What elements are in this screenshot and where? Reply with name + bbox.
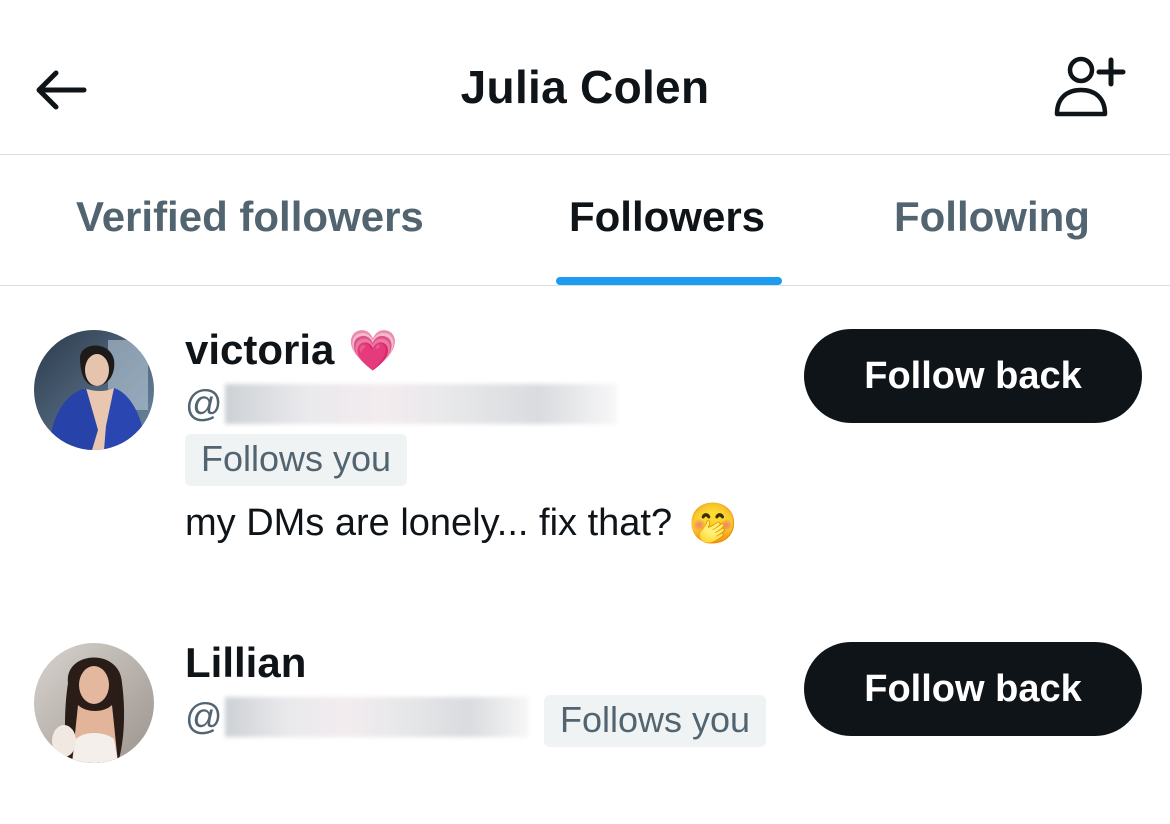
user-handle: @: [185, 383, 617, 425]
active-tab-indicator: [556, 277, 782, 285]
page-title: Julia Colen: [460, 61, 710, 113]
bio-text: my DMs are lonely... fix that?: [185, 502, 673, 544]
avatar[interactable]: [34, 643, 154, 763]
heart-emoji-icon: 💗: [348, 328, 399, 373]
user-name[interactable]: Lillian: [185, 639, 306, 687]
tab-verified-followers[interactable]: Verified followers: [76, 193, 424, 241]
hand-over-mouth-emoji-icon: 🤭: [688, 502, 738, 546]
add-user-button[interactable]: [1046, 52, 1136, 122]
follows-you-badge: Follows you: [185, 434, 408, 486]
follows-you-badge: Follows you: [544, 695, 767, 747]
add-user-icon: [1054, 56, 1126, 117]
user-bio: my DMs are lonely... fix that? 🤭: [185, 500, 738, 547]
follows-you-badge-wrap: Follows you: [185, 434, 408, 486]
follows-you-badge-wrap: Follows you: [544, 695, 767, 747]
blurred-handle: [224, 384, 617, 424]
handle-prefix: @: [185, 383, 223, 424]
blurred-handle: [224, 697, 529, 737]
user-name-row: victoria 💗: [185, 326, 398, 374]
follow-back-button[interactable]: Follow back: [804, 329, 1142, 423]
user-handle: @: [185, 696, 529, 738]
avatar[interactable]: [34, 330, 154, 450]
tab-followers[interactable]: Followers: [569, 193, 765, 241]
tab-bar: Verified followers Followers Following: [0, 155, 1170, 286]
top-bar: Julia Colen: [0, 0, 1170, 155]
follow-back-button[interactable]: Follow back: [804, 642, 1142, 736]
user-name-row: Lillian: [185, 639, 306, 687]
handle-prefix: @: [185, 696, 223, 737]
tab-following[interactable]: Following: [894, 193, 1090, 241]
user-name[interactable]: victoria: [185, 326, 334, 374]
